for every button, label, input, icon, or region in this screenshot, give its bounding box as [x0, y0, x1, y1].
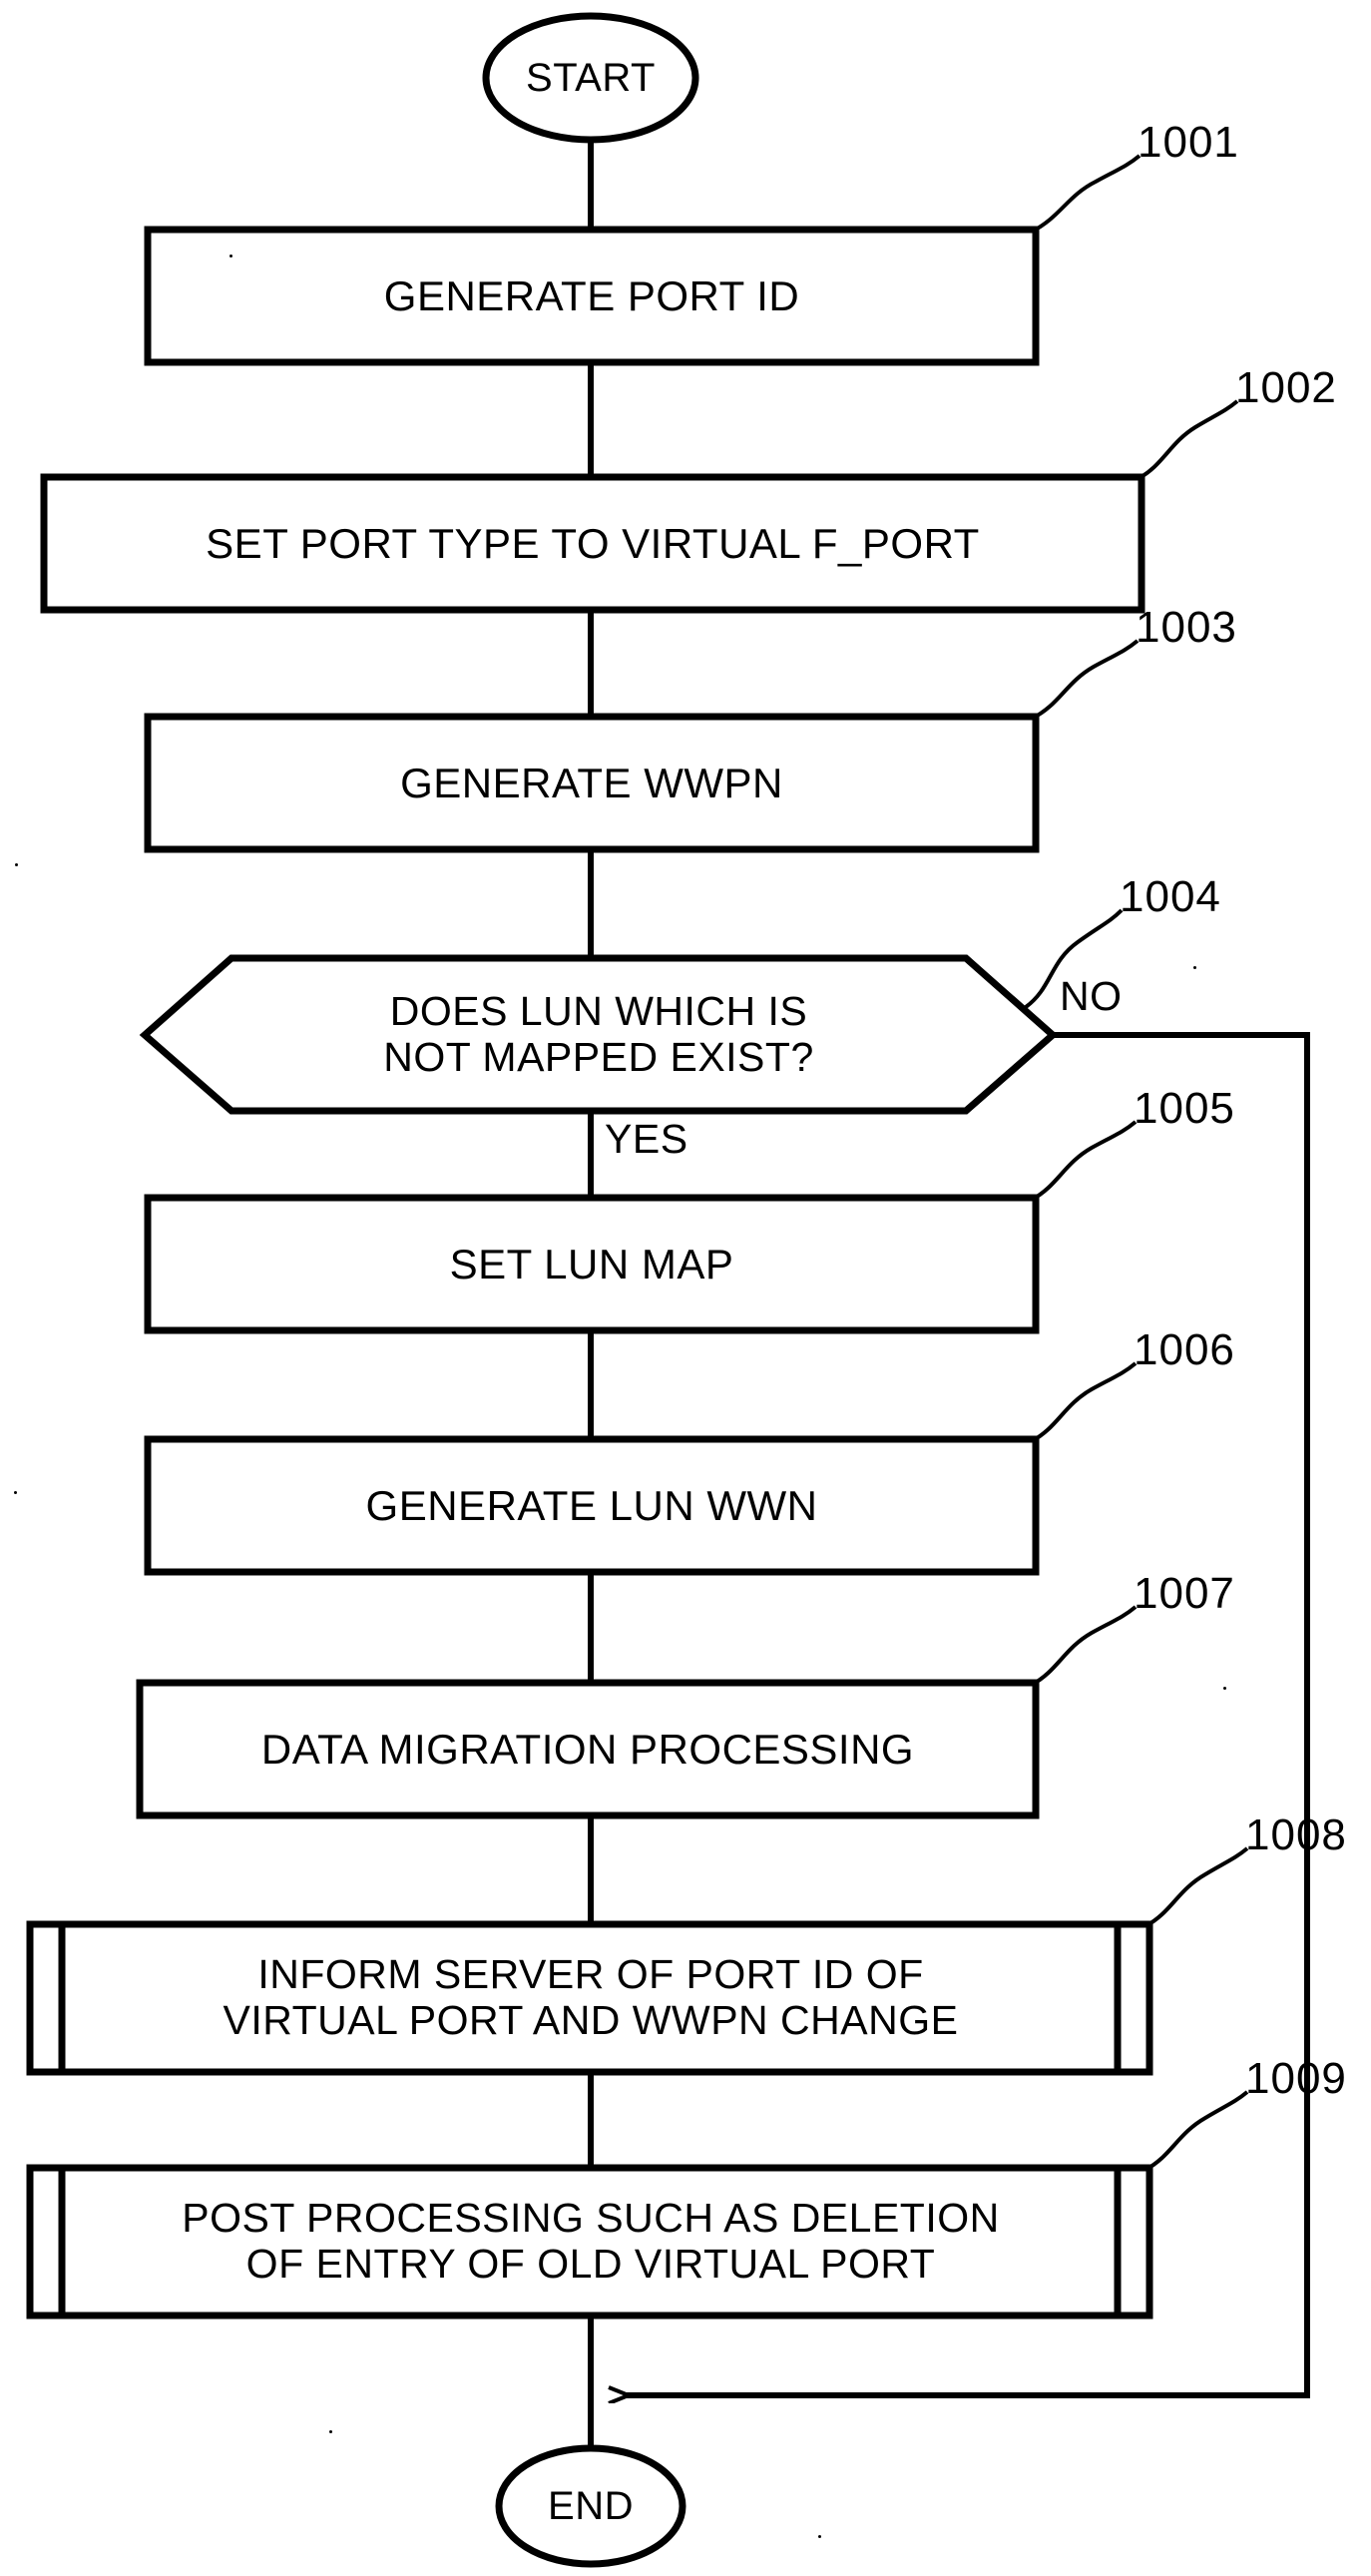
branch-label-no: NO [1060, 973, 1123, 1019]
step-1007-shape [136, 1679, 1040, 1819]
ref-numeral-1008: 1008 [1245, 1810, 1347, 1859]
step-1001-shape [144, 226, 1040, 366]
start-terminal-shape [482, 12, 699, 144]
ref-numeral-1001: 1001 [1138, 118, 1239, 167]
branch-label-yes: YES [605, 1116, 688, 1162]
step-1005-shape [144, 1194, 1040, 1334]
flowchart-canvas [26, 12, 1310, 2568]
scan-speck [1223, 1687, 1226, 1690]
ref-numeral-1005: 1005 [1134, 1084, 1235, 1133]
leader-1008 [1144, 1846, 1249, 1928]
scan-speck [14, 1491, 17, 1494]
scan-speck [229, 255, 232, 258]
flowchart-figure: START GENERATE PORT ID SET PORT TYPE TO … [0, 0, 1371, 2576]
scan-speck [818, 2535, 821, 2538]
scan-speck [15, 863, 18, 866]
scan-speck [1193, 966, 1196, 969]
ref-numeral-1007: 1007 [1134, 1569, 1235, 1618]
ref-numeral-1003: 1003 [1136, 603, 1237, 652]
step-1006-shape [144, 1435, 1040, 1576]
scan-speck [329, 2430, 332, 2433]
leader-1007 [1031, 1605, 1138, 1687]
ref-numeral-1004: 1004 [1120, 872, 1221, 921]
leader-1005 [1031, 1120, 1138, 1202]
ref-numeral-1009: 1009 [1245, 2054, 1347, 2103]
step-1002-shape [40, 473, 1145, 614]
leader-1006 [1031, 1361, 1138, 1443]
leader-1003 [1031, 639, 1140, 721]
step-1009-shape [26, 2164, 1153, 2319]
end-terminal-shape [495, 2444, 686, 2568]
step-1008-shape [26, 1920, 1153, 2076]
step-1004-shape [139, 954, 1059, 1115]
leader-1002 [1137, 399, 1239, 481]
leader-1001 [1031, 154, 1142, 234]
ref-numeral-1002: 1002 [1235, 363, 1337, 412]
leader-1009 [1144, 2090, 1249, 2172]
ref-numeral-1006: 1006 [1134, 1325, 1235, 1374]
step-1003-shape [144, 713, 1040, 853]
